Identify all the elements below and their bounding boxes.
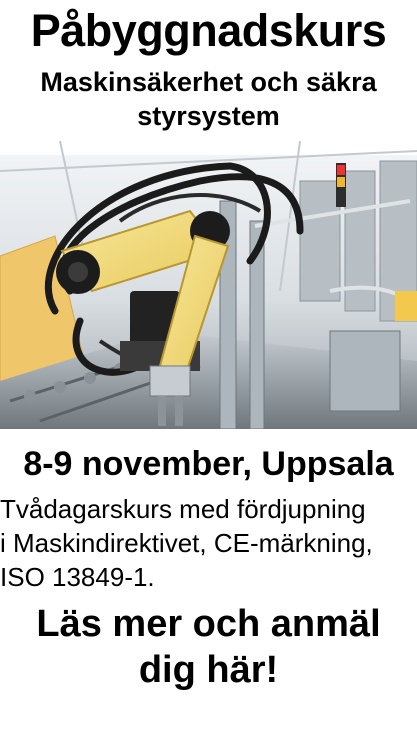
ad-subtitle-line-2: styrsystem xyxy=(137,101,280,131)
event-date-location: 8-9 november, Uppsala xyxy=(23,445,394,483)
description-line-3: ISO 13849-1. xyxy=(0,562,155,592)
ad-title: Påbyggnadskurs xyxy=(30,5,387,56)
cta-line-1: Läs mer och anmäl xyxy=(36,603,381,645)
read-more-register-link[interactable]: Läs mer och anmäl dig här! xyxy=(0,601,417,693)
description-line-1: Tvådagarskurs med fördjupning xyxy=(0,494,366,524)
description-line-2: i Maskindirektivet, CE-märkning, xyxy=(0,528,373,558)
course-ad[interactable]: Påbyggnadskurs Maskinsäkerhet och säkra … xyxy=(0,0,417,730)
course-description: Tvådagarskurs med fördjupning i Maskindi… xyxy=(0,492,417,594)
industrial-robot-photo xyxy=(0,141,417,429)
cta-line-2: dig här! xyxy=(138,649,279,691)
ad-subtitle-line-1: Maskinsäkerhet och säkra xyxy=(40,67,377,97)
ad-subtitle: Maskinsäkerhet och säkra styrsystem xyxy=(0,65,417,133)
